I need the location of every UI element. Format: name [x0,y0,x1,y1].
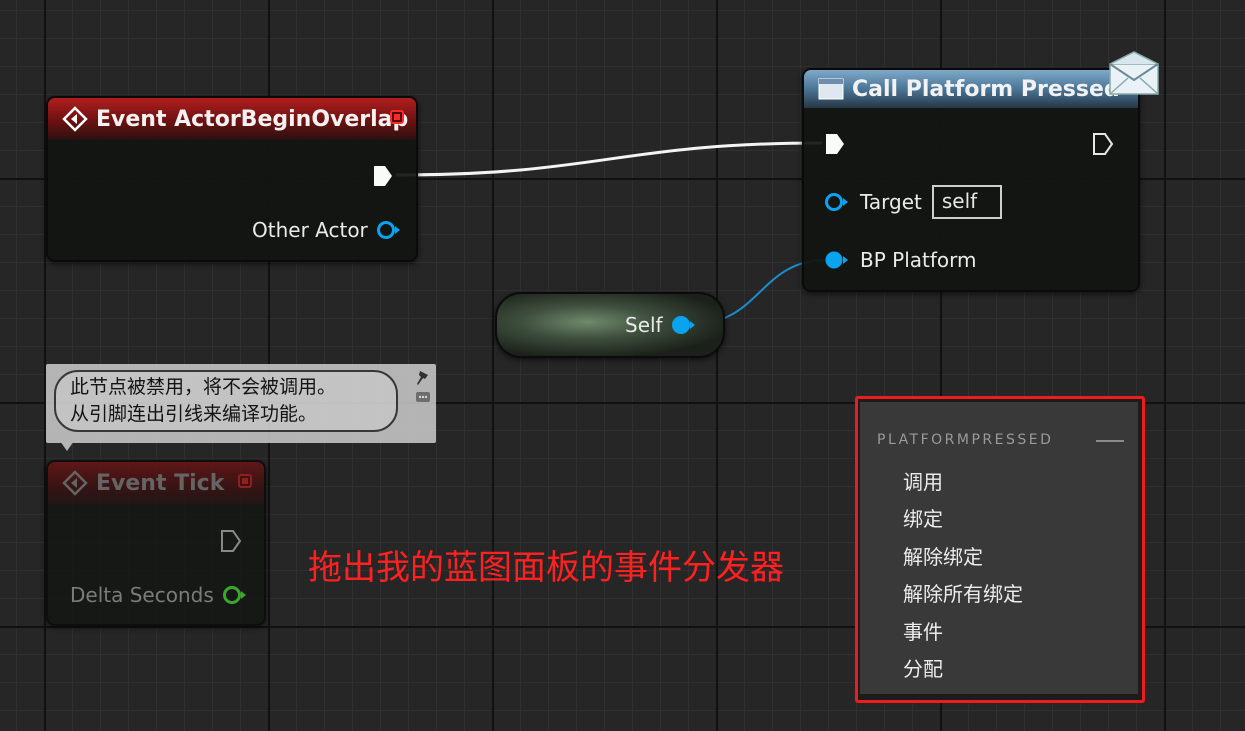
menu-section-title: PLATFORMPRESSED [877,432,1054,448]
node-header: Event Tick [48,462,264,504]
envelope-icon [1109,51,1159,95]
pin-bp-platform[interactable]: BP Platform [824,248,976,272]
menu-item-bind[interactable]: 绑定 [903,503,943,532]
menu-item-call[interactable]: 调用 [903,466,943,495]
event-diamond-icon [62,106,88,132]
exec-out-pin[interactable] [1092,132,1114,156]
pin-target[interactable]: Target self [824,185,1002,219]
node-header: Call Platform Pressed [804,70,1138,108]
exec-pin-icon [374,166,392,186]
node-title: Event Tick [96,470,225,496]
exec-out-pin[interactable] [220,529,242,553]
comment-icon[interactable] [415,391,431,405]
target-value-field[interactable]: self [931,185,1002,219]
pin-self[interactable]: Self [625,313,697,337]
pin-label: Other Actor [252,218,368,242]
comment-bubble: 此节点被禁用，将不会被调用。 从引脚连出引线来编译功能。 [54,370,398,432]
stop-icon [390,110,404,124]
pin-icon[interactable] [414,369,432,389]
node-title: Event ActorBeginOverlap [96,106,409,132]
event-tick-node[interactable]: Event Tick Delta Seconds [46,460,266,626]
comment-pointer [60,441,74,451]
pin-other-actor[interactable]: Other Actor [252,218,402,242]
self-reference-node[interactable]: Self [495,292,725,358]
comment-line-1: 此节点被禁用，将不会被调用。 [70,376,337,398]
pin-label: Delta Seconds [70,583,214,607]
event-dispatcher-menu: PLATFORMPRESSED 调用 绑定 解除绑定 解除所有绑定 事件 分配 [855,396,1145,703]
menu-divider [1096,440,1124,442]
exec-pin-icon [826,134,844,154]
call-platform-pressed-node[interactable]: Call Platform Pressed Target self BP Pla… [802,68,1140,292]
object-pin-icon [376,221,400,239]
menu-panel: PLATFORMPRESSED 调用 绑定 解除绑定 解除所有绑定 事件 分配 [860,402,1138,694]
pin-label: Target [860,190,922,214]
exec-pin-icon [221,530,242,552]
event-actor-begin-overlap-node[interactable]: Event ActorBeginOverlap Other Actor [46,96,418,262]
stop-icon [238,474,252,488]
disabled-node-comment: 此节点被禁用，将不会被调用。 从引脚连出引线来编译功能。 [46,364,436,451]
menu-item-assign[interactable]: 分配 [903,653,943,682]
event-diamond-icon [62,470,88,496]
pin-label: BP Platform [860,248,977,272]
menu-item-unbind[interactable]: 解除绑定 [903,541,983,570]
pin-delta-seconds[interactable]: Delta Seconds [70,583,248,607]
exec-in-pin[interactable] [824,132,846,156]
object-pin-icon [825,251,848,269]
exec-wire [395,141,823,177]
menu-item-event[interactable]: 事件 [903,616,943,645]
function-icon [818,76,844,102]
annotation-text: 拖出我的蓝图面板的事件分发器 [308,548,784,588]
node-title: Call Platform Pressed [852,76,1120,102]
object-pin-icon [825,193,848,211]
exec-out-pin[interactable] [372,164,394,188]
node-header: Event ActorBeginOverlap [48,98,416,140]
float-pin-icon [222,586,246,604]
menu-item-unbind-all[interactable]: 解除所有绑定 [903,578,1023,607]
object-pin-icon [671,316,695,334]
exec-pin-icon [1093,133,1114,155]
comment-line-2: 从引脚连出引线来编译功能。 [70,403,318,425]
pin-label: Self [625,313,663,337]
